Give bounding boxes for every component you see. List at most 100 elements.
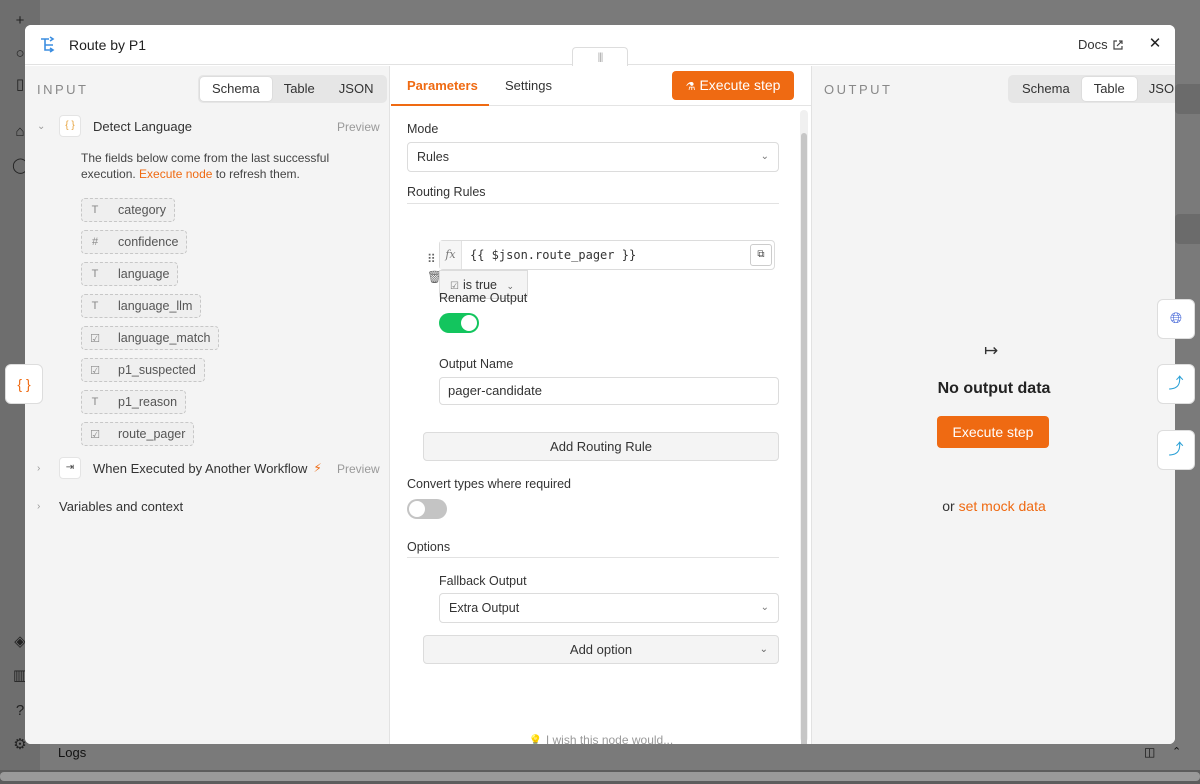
schema-field[interactable]: Tp1_reason (81, 390, 187, 414)
variables-context-row[interactable]: › Variables and context (37, 499, 183, 514)
execute-node-link[interactable]: Execute node (139, 167, 212, 181)
mode-label: Mode (407, 122, 439, 136)
field-name: category (118, 203, 166, 217)
or-label: or (942, 498, 955, 514)
chevron-down-icon: ⌄ (760, 151, 769, 162)
input-tab-schema[interactable]: Schema (200, 77, 272, 101)
condition-expression-field[interactable]: fx {{ $json.route_pager }} ⧉ (439, 240, 775, 270)
input-panel: INPUT Schema Table JSON ⌄ { } Detect Lan… (25, 66, 390, 744)
node-row-detect-language[interactable]: ⌄ { } Detect Language (37, 115, 192, 137)
node-name: Detect Language (93, 118, 193, 134)
schema-field[interactable]: Tlanguage_llm (81, 294, 202, 318)
horizontal-scrollbar[interactable] (0, 772, 1200, 781)
output-view-switch: Schema Table JSON (1008, 75, 1175, 103)
convert-types-label: Convert types where required (407, 477, 571, 491)
rename-output-toggle[interactable] (439, 313, 479, 333)
close-button[interactable]: ✕ (1147, 35, 1163, 53)
lightning-icon: ⚡ (313, 461, 322, 475)
text-type-icon: T (91, 396, 99, 408)
execute-step-button[interactable]: ⚗ Execute step (672, 71, 794, 100)
scrollbar-thumb[interactable] (801, 133, 807, 744)
code-braces-icon: { } (59, 115, 81, 137)
node-row-execute-workflow-trigger[interactable]: › ⇥ When Executed by Another Workflow ⚡ (37, 457, 322, 479)
feedback-label: I wish this node would... (545, 733, 674, 744)
text-type-icon: T (91, 268, 99, 280)
divider (407, 557, 779, 558)
chevron-down-icon: ⌄ (759, 644, 768, 655)
input-heading: INPUT (37, 82, 89, 97)
routing-rules-label: Routing Rules (407, 185, 486, 199)
parameters-panel: Parameters Settings ⚗ Execute step Mode R… (391, 66, 811, 744)
schema-field[interactable]: ☑ language_match (81, 326, 220, 350)
input-view-switch: Schema Table JSON (198, 75, 388, 103)
toggle-knob (461, 315, 477, 331)
field-name: route_pager (118, 427, 186, 441)
convert-types-toggle[interactable] (407, 499, 447, 519)
fx-icon: fx (440, 241, 462, 269)
route-side-button[interactable]: ⤴ (1157, 430, 1195, 470)
node-details-modal: Route by P1 Docs ✕ ||| INPUT Schema Tabl… (25, 25, 1175, 744)
output-name-input[interactable]: pager-candidate (439, 377, 779, 405)
expression-text: {{ $json.route_pager }} (470, 248, 637, 262)
drag-handle[interactable]: ||| (572, 47, 628, 67)
output-tab-schema[interactable]: Schema (1010, 77, 1082, 101)
route-side-button[interactable]: ⤴ (1157, 364, 1195, 404)
add-option-button[interactable]: Add option ⌄ (423, 635, 779, 664)
preview-label[interactable]: Preview (337, 120, 380, 134)
help-text-tail: to refresh them. (215, 167, 300, 181)
braces-side-button[interactable]: { } (5, 364, 43, 404)
schema-field[interactable]: Tcategory (81, 198, 175, 222)
external-link-icon (1113, 39, 1123, 50)
open-expression-icon[interactable]: ⧉ (750, 244, 772, 266)
flask-icon: ⚗ (685, 81, 696, 93)
field-name: language_match (118, 331, 211, 345)
background-node (1175, 84, 1200, 114)
input-tab-json[interactable]: JSON (327, 77, 386, 101)
toggle-knob (409, 501, 425, 517)
schema-field[interactable]: ☑ p1_suspected (81, 358, 205, 382)
output-execute-step-button[interactable]: Execute step (937, 416, 1049, 448)
globe-side-button[interactable]: 🌐︎ (1157, 299, 1195, 339)
fallback-value: Extra Output (449, 601, 520, 615)
output-tab-table[interactable]: Table (1081, 77, 1137, 101)
mode-value: Rules (417, 150, 449, 164)
field-name: p1_suspected (118, 363, 196, 377)
add-option-label: Add option (569, 642, 633, 657)
rename-output-label: Rename Output (439, 291, 528, 305)
mode-select[interactable]: Rules ⌄ (407, 142, 779, 172)
preview-label[interactable]: Preview (337, 462, 380, 476)
schema-field[interactable]: ☑ route_pager (81, 422, 195, 446)
execute-step-label: Execute step (699, 77, 781, 93)
switch-node-icon (41, 36, 55, 53)
boolean-type-icon: ☑ (90, 364, 100, 377)
collapse-icon: ⌃ (1172, 746, 1182, 758)
docs-link[interactable]: Docs (1078, 37, 1124, 52)
options-label: Options (407, 540, 451, 554)
set-mock-data-link[interactable]: set mock data (959, 498, 1046, 514)
field-name: confidence (118, 235, 179, 249)
logs-label: Logs (58, 745, 87, 760)
popout-icon: ◫ (1144, 745, 1156, 759)
help-text: The fields below come from the last succ… (81, 150, 371, 182)
chevron-right-icon: › (37, 462, 41, 474)
drag-grip-icon[interactable]: ⠿ (427, 252, 436, 266)
node-title[interactable]: Route by P1 (69, 37, 146, 53)
boolean-type-icon: ☑ (90, 428, 100, 441)
node-name: When Executed by Another Workflow (93, 460, 308, 476)
schema-field[interactable]: # confidence (81, 230, 188, 254)
field-name: language_llm (118, 299, 193, 313)
fallback-output-select[interactable]: Extra Output ⌄ (439, 593, 779, 623)
background-node (1175, 214, 1200, 244)
input-tab-table[interactable]: Table (272, 77, 327, 101)
text-type-icon: T (91, 204, 99, 216)
schema-field[interactable]: Tlanguage (81, 262, 179, 286)
sign-in-icon: ⇥ (59, 457, 81, 479)
chevron-down-icon: ⌄ (37, 120, 46, 132)
tab-parameters[interactable]: Parameters (407, 78, 478, 93)
add-routing-rule-button[interactable]: Add Routing Rule (423, 432, 779, 461)
tab-settings[interactable]: Settings (505, 78, 552, 93)
output-tab-json[interactable]: JSON (1137, 77, 1175, 101)
feedback-link[interactable]: 💡 I wish this node would... (391, 733, 811, 744)
field-name: language (118, 267, 170, 281)
field-name: p1_reason (118, 395, 178, 409)
